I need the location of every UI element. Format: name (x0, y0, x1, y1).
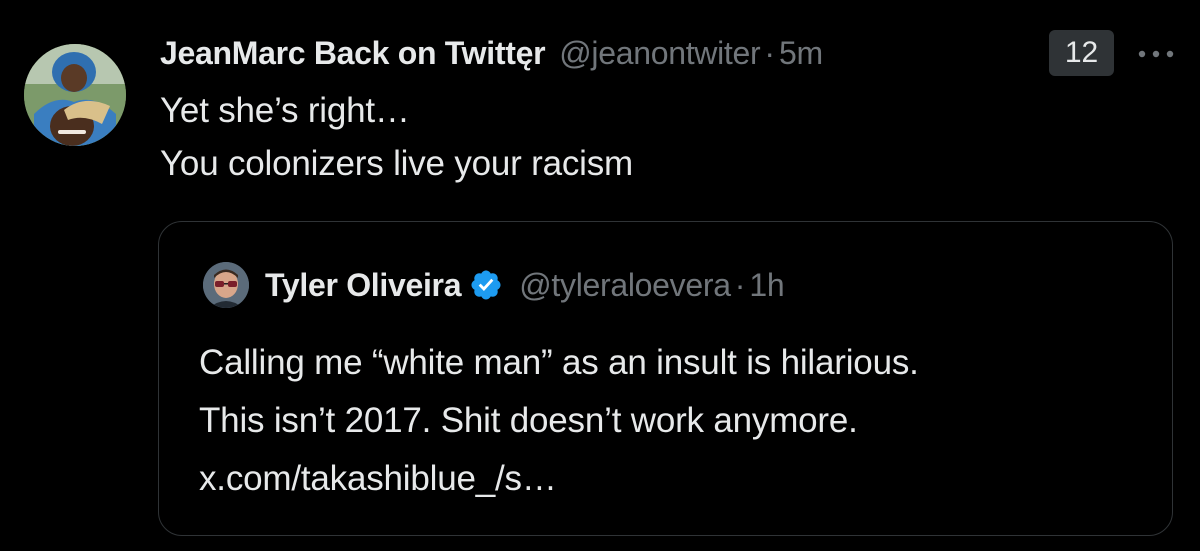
tweet-text-line: You colonizers live your racism (160, 144, 633, 183)
quoted-tweet[interactable]: Tyler Oliveira @tyleraloevera · 1h Calli… (158, 221, 1173, 536)
tweet-header: JeanMarc Back on Twittęr @jeanontwiter ·… (160, 30, 823, 76)
quoted-tweet-header: Tyler Oliveira @tyleraloevera · 1h (265, 262, 785, 308)
tweet-text-line: Yet she’s right… (160, 91, 410, 130)
quoted-text-line: Calling me “white man” as an insult is h… (199, 343, 919, 382)
quoted-author-display-name[interactable]: Tyler Oliveira (265, 267, 462, 304)
quoted-author-handle[interactable]: @tyleraloevera (519, 267, 731, 304)
author-avatar[interactable] (24, 44, 126, 146)
quoted-tweet-text: Calling me “white man” as an insult is h… (199, 334, 1159, 508)
quoted-author-avatar[interactable] (203, 262, 249, 308)
quoted-tweet-link[interactable]: x.com/takashiblue_/s… (199, 450, 1159, 508)
quoted-text-line: This isn’t 2017. Shit doesn’t work anymo… (199, 401, 858, 440)
author-display-name[interactable]: JeanMarc Back on Twittęr (160, 35, 546, 72)
more-options-button[interactable] (1133, 36, 1179, 72)
tweet-timestamp[interactable]: 5m (779, 35, 823, 72)
count-badge[interactable]: 12 (1049, 30, 1114, 76)
quoted-tweet-timestamp[interactable]: 1h (749, 267, 784, 304)
ellipsis-icon (1138, 50, 1174, 58)
quoted-header-separator: · (734, 266, 746, 303)
tweet[interactable]: JeanMarc Back on Twittęr @jeanontwiter ·… (0, 0, 1200, 551)
tweet-text: Yet she’s right… You colonizers live you… (160, 84, 1160, 190)
author-handle[interactable]: @jeanontwiter (559, 35, 760, 72)
verified-badge-icon (469, 268, 503, 302)
header-separator: · (764, 34, 776, 71)
